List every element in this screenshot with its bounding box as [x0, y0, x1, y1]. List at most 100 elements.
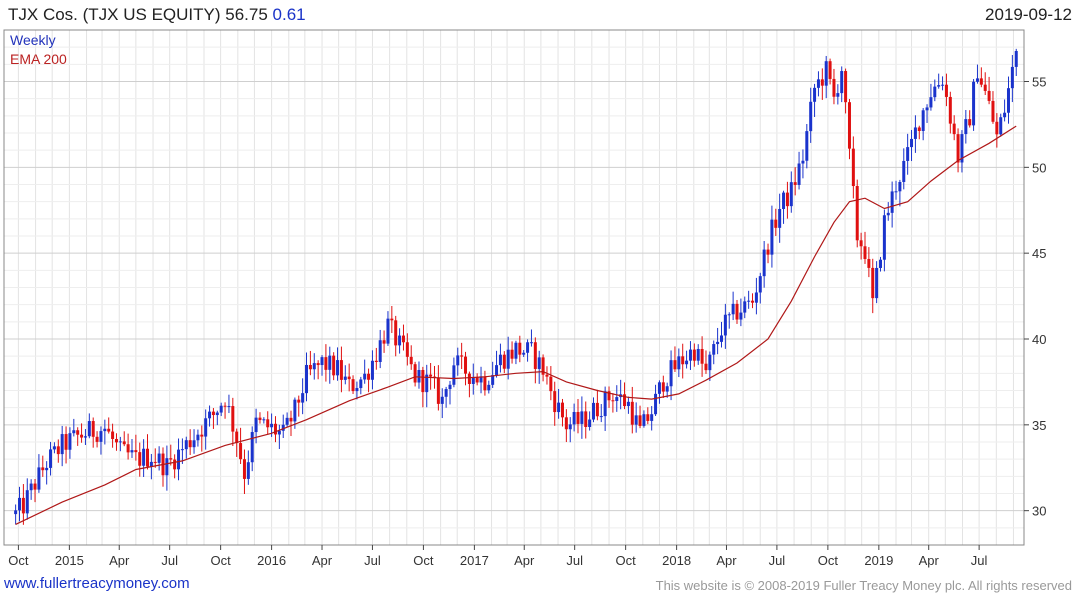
footer-link[interactable]: www.fullertreacymoney.com	[4, 575, 190, 592]
price-bar-body	[568, 424, 572, 430]
price-bar-body	[968, 119, 972, 126]
price-bar-body	[770, 219, 774, 255]
price-bar-body	[859, 240, 863, 247]
price-bar-body	[118, 441, 122, 443]
price-bar-body	[444, 389, 448, 397]
price-bar-body	[545, 374, 549, 377]
price-bar-body	[816, 79, 820, 88]
price-bar-body	[370, 360, 374, 380]
price-bar-body	[436, 377, 440, 404]
price-bar-body	[793, 182, 797, 185]
price-bar-body	[200, 434, 204, 437]
price-bar-body	[196, 434, 200, 441]
price-bar-body	[343, 376, 347, 380]
price-bar-body	[828, 61, 832, 79]
price-bar-body	[879, 259, 883, 268]
price-bar-body	[495, 365, 499, 376]
price-bar-body	[813, 87, 817, 102]
price-bar-body	[766, 249, 770, 255]
price-bar-body	[654, 393, 658, 415]
price-bar-body	[382, 340, 386, 344]
price-bar-body	[363, 373, 367, 380]
price-bar-body	[60, 434, 64, 455]
price-bar-body	[847, 102, 851, 149]
y-tick-label: 55	[1032, 75, 1046, 90]
price-bar-body	[464, 356, 468, 374]
price-bar-body	[250, 432, 254, 463]
x-tick-label: Apr	[919, 553, 940, 568]
price-bar-body	[665, 386, 669, 392]
price-bar-body	[716, 341, 720, 345]
x-tick-label: Oct	[616, 553, 637, 568]
price-bar-body	[650, 414, 654, 421]
price-bar-body	[886, 212, 890, 216]
price-bar-body	[320, 357, 324, 366]
price-bar-body	[49, 449, 53, 468]
y-tick-label: 45	[1032, 246, 1046, 261]
price-bar-body	[417, 369, 421, 383]
price-bar-body	[312, 363, 316, 370]
price-bar-body	[80, 434, 84, 438]
price-bar-body	[177, 449, 181, 470]
price-bar-body	[270, 423, 274, 428]
price-bar-body	[677, 356, 681, 370]
price-bar-body	[634, 415, 638, 425]
price-bar-body	[584, 411, 588, 427]
price-bar-body	[285, 417, 289, 425]
price-bar-body	[293, 399, 297, 422]
price-bar-body	[719, 335, 723, 342]
price-bar-body	[754, 292, 758, 303]
price-bar-body	[91, 421, 95, 437]
price-bar-body	[452, 365, 456, 385]
price-bar-body	[913, 127, 917, 139]
price-bar-body	[882, 215, 886, 260]
price-bar-body	[929, 97, 933, 108]
price-bar-body	[995, 121, 999, 135]
price-bar-body	[332, 355, 336, 376]
price-bar-body	[308, 364, 312, 370]
x-tick-label: Jul	[161, 553, 178, 568]
price-bar-body	[355, 388, 359, 392]
legend-ema: EMA 200	[10, 51, 67, 67]
price-bar-body	[297, 399, 301, 403]
price-bar-body	[921, 110, 925, 132]
price-bar-body	[246, 462, 250, 479]
price-bar-body	[704, 363, 708, 371]
price-bar-body	[560, 402, 564, 418]
price-bar-body	[603, 391, 607, 417]
price-bar-body	[681, 356, 685, 365]
x-tick-label: 2016	[257, 553, 286, 568]
x-tick-label: 2017	[460, 553, 489, 568]
price-bar-body	[56, 446, 60, 455]
price-bar-body	[122, 441, 126, 445]
price-bar-body	[506, 349, 510, 369]
y-tick-label: 30	[1032, 504, 1046, 519]
price-bar-body	[630, 401, 634, 425]
price-bar-body	[41, 467, 45, 471]
price-bar-body	[390, 318, 394, 321]
x-tick-label: Oct	[8, 553, 29, 568]
price-bar-body	[762, 249, 766, 277]
price-chart: 30 35 40 45 50 55 Oct 2015 Apr Jul Oct 2016 Apr Jul Oc…	[3, 29, 1046, 568]
price-bar-body	[99, 431, 103, 442]
x-tick-label: 2015	[55, 553, 84, 568]
x-tick-label: Jul	[566, 553, 583, 568]
price-bar-body	[522, 352, 526, 355]
price-bar-body	[87, 421, 91, 437]
price-bar-body	[347, 376, 351, 380]
price-bar-body	[448, 384, 452, 390]
price-bar-body	[933, 86, 937, 98]
price-bar-body	[832, 78, 836, 97]
price-bar-body	[130, 450, 134, 453]
price-bar-body	[467, 373, 471, 384]
price-bar-body	[456, 355, 460, 366]
price-bar-body	[266, 419, 270, 428]
price-bar-body	[983, 84, 987, 91]
y-tick-label: 50	[1032, 160, 1046, 175]
price-bar-body	[153, 461, 157, 463]
price-bar-body	[1014, 51, 1018, 67]
x-tick-label: Jul	[769, 553, 786, 568]
price-bar-body	[475, 377, 479, 383]
price-bar-body	[840, 71, 844, 94]
price-bar-body	[219, 405, 223, 413]
